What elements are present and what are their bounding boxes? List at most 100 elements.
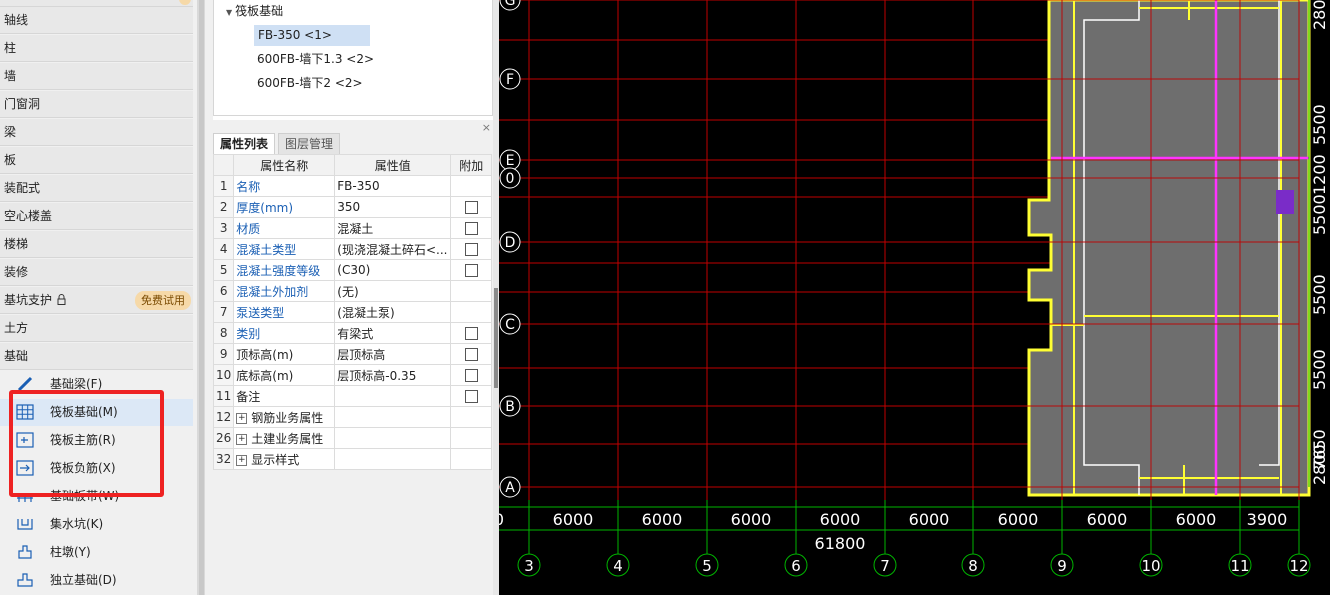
extra-cell[interactable] [450, 196, 493, 218]
expand-triangle-icon[interactable]: ▼ [226, 8, 232, 17]
property-row[interactable]: 8 类别 有梁式 [212, 322, 493, 344]
category-prefab[interactable]: 装配式 [0, 175, 193, 202]
close-icon[interactable]: × [482, 121, 491, 134]
property-row[interactable]: 9 顶标高(m) 层顶标高 [212, 343, 493, 365]
sub-item-sump-pit[interactable]: 集水坑(K) [0, 511, 193, 538]
property-row[interactable]: 2 厚度(mm) 350 [212, 196, 493, 218]
col-axis-label: 3 [524, 557, 534, 575]
expand-plus-icon[interactable]: + [236, 433, 248, 445]
tree-item-fb350[interactable]: FB-350 <1> [254, 25, 370, 46]
property-name: 混凝土强度等级 [233, 259, 336, 281]
property-row[interactable]: 7 泵送类型 (混凝土泵) [212, 301, 493, 323]
property-row[interactable]: 1 名称 FB-350 [212, 175, 493, 197]
group-label[interactable]: + 土建业务属性 [233, 427, 336, 449]
property-value[interactable]: FB-350 [334, 175, 452, 197]
category-pit-support[interactable]: 基坑支护 免费试用 [0, 287, 193, 314]
panel-gutter [205, 0, 213, 595]
row-index: 5 [212, 259, 235, 281]
expand-plus-icon[interactable]: + [236, 412, 248, 424]
col-axis-label: 6 [791, 557, 801, 575]
extra-checkbox[interactable] [464, 264, 478, 277]
right-dim-label: 1200 [1310, 154, 1329, 195]
property-row[interactable]: 4 混凝土类型 (现浇混凝土碎石<... [212, 238, 493, 260]
property-group-row[interactable]: 12 + 钢筋业务属性 [212, 406, 493, 428]
property-row[interactable]: 10 底标高(m) 层顶标高-0.35 [212, 364, 493, 386]
category-slab[interactable]: 板 [0, 147, 193, 174]
extra-cell[interactable] [450, 364, 493, 386]
property-value[interactable]: (C30) [334, 259, 452, 281]
group-label[interactable]: + 钢筋业务属性 [233, 406, 336, 428]
property-table: 属性名称 属性值 附加 1 名称 FB-350 2 厚度(mm) 350 3 材质 混凝土 4 混凝… [212, 154, 493, 470]
cad-canvas[interactable]: G F E 0 D C B A 2800 5500 1200 5500 5500 5500 2800 7650… [499, 0, 1330, 595]
extra-checkbox[interactable] [464, 390, 478, 403]
extra-checkbox[interactable] [464, 201, 478, 214]
property-value[interactable]: 层顶标高-0.35 [334, 364, 452, 386]
property-row[interactable]: 3 材质 混凝土 [212, 217, 493, 239]
tree-item-600fb-1-3[interactable]: 600FB-墙下1.3 <2> [257, 49, 374, 70]
spacing-label: 6000 [998, 510, 1039, 529]
sub-item-column-pier[interactable]: 柱墩(Y) [0, 539, 193, 566]
property-value[interactable]: 层顶标高 [334, 343, 452, 365]
extra-cell[interactable] [450, 259, 493, 281]
left-scrollbar-thumb[interactable] [199, 0, 204, 595]
property-group-row[interactable]: 26 + 土建业务属性 [212, 427, 493, 449]
extra-cell[interactable] [450, 343, 493, 365]
extra-cell[interactable] [450, 322, 493, 344]
property-value[interactable]: (现浇混凝土碎石<... [334, 238, 452, 260]
col-axis-label: 11 [1230, 557, 1249, 575]
extra-checkbox[interactable] [464, 348, 478, 361]
category-door-window[interactable]: 门窗洞 [0, 91, 193, 118]
category-axis[interactable]: 轴线 [0, 7, 193, 34]
extra-checkbox[interactable] [464, 369, 478, 382]
extra-checkbox[interactable] [464, 222, 478, 235]
category-stair[interactable]: 楼梯 [0, 231, 193, 258]
property-name: 材质 [233, 217, 336, 239]
extra-checkbox[interactable] [464, 243, 478, 256]
spacing-label: 6000 [909, 510, 950, 529]
expand-plus-icon[interactable]: + [236, 454, 248, 466]
splitter-handle[interactable] [494, 288, 498, 388]
row-index: 11 [212, 385, 235, 407]
group-label[interactable]: + 显示样式 [233, 448, 336, 470]
extra-cell[interactable] [450, 217, 493, 239]
extra-checkbox[interactable] [464, 327, 478, 340]
cad-drawing[interactable]: GFE0DCBA28005500120055005500550028007650… [499, 0, 1330, 595]
property-row[interactable]: 6 混凝土外加剂 (无) [212, 280, 493, 302]
tab-property-list[interactable]: 属性列表 [213, 133, 276, 155]
tree-item-600fb-2[interactable]: 600FB-墙下2 <2> [257, 73, 363, 94]
category-foundation[interactable]: 基础 [0, 343, 193, 370]
category-earthwork[interactable]: 土方 [0, 315, 193, 342]
row-index: 1 [212, 175, 235, 197]
property-row[interactable]: 5 混凝土强度等级 (C30) [212, 259, 493, 281]
property-group-row[interactable]: 32 + 显示样式 [212, 448, 493, 470]
property-value[interactable]: 350 [334, 196, 452, 218]
right-dim-label: 7650 [1310, 429, 1329, 470]
spacing-label: 6000 [1087, 510, 1128, 529]
total-length-label: 61800 [815, 534, 866, 553]
col-axis-label: 7 [880, 557, 890, 575]
row-index: 6 [212, 280, 235, 302]
property-row[interactable]: 11 备注 [212, 385, 493, 407]
extra-cell[interactable] [450, 238, 493, 260]
property-value[interactable]: (混凝土泵) [334, 301, 452, 323]
property-value[interactable]: (无) [334, 280, 452, 302]
extra-cell[interactable] [450, 385, 493, 407]
free-trial-badge[interactable]: 免费试用 [135, 291, 191, 310]
sump-pit-icon [17, 519, 33, 530]
row-index: 26 [212, 427, 235, 449]
category-beam[interactable]: 梁 [0, 119, 193, 146]
category-wall[interactable]: 墙 [0, 63, 193, 90]
tab-layer-management[interactable]: 图层管理 [278, 133, 341, 155]
category-hollow-floor[interactable]: 空心楼盖 [0, 203, 193, 230]
row-axis-label: C [505, 317, 515, 333]
sub-item-isolated-footing[interactable]: 独立基础(D) [0, 567, 193, 594]
category-column[interactable]: 柱 [0, 35, 193, 62]
col-axis-label: 5 [702, 557, 712, 575]
tree-root[interactable]: ▼ 筏板基础 [226, 1, 283, 22]
table-header-row: 属性名称 属性值 附加 [212, 154, 493, 176]
group-value [334, 448, 452, 470]
category-decoration[interactable]: 装修 [0, 259, 193, 286]
property-value[interactable]: 有梁式 [334, 322, 452, 344]
property-value[interactable] [334, 385, 452, 407]
property-value[interactable]: 混凝土 [334, 217, 452, 239]
